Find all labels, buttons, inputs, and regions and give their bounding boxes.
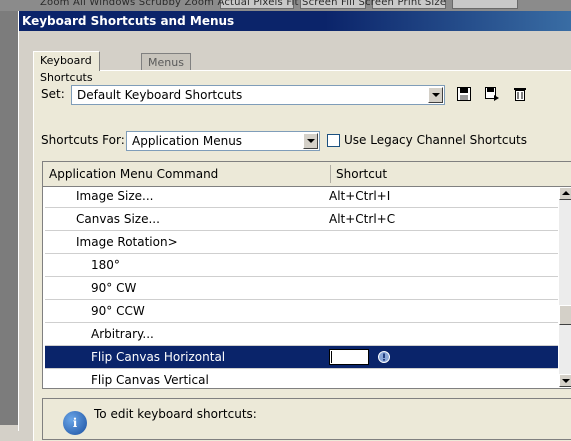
keyboard-shortcuts-dialog: Keyboard Shortcuts and Menus Keyboard Sh… [18, 11, 571, 441]
column-divider[interactable] [330, 165, 331, 183]
chevron-down-icon[interactable] [303, 133, 318, 149]
scroll-down-button[interactable] [559, 374, 571, 387]
chevron-down-icon[interactable] [428, 87, 443, 103]
set-select[interactable]: Default Keyboard Shortcuts [71, 85, 445, 105]
legacy-channel-checkbox[interactable] [327, 134, 340, 147]
scroll-thumb[interactable] [559, 305, 571, 325]
command-cell: 90° CCW [91, 304, 145, 318]
set-label: Set: [41, 87, 65, 101]
table-row[interactable]: 180° [45, 254, 558, 277]
tab-keyboard-shortcuts[interactable]: Keyboard Shortcuts [33, 51, 100, 84]
background-window-strip: Zoom All Windows Scrubby Zoom Actual Pix… [0, 0, 571, 11]
table-row[interactable]: Image Size... Alt+Ctrl+I [45, 185, 558, 208]
command-cell: Image Size... [76, 189, 154, 203]
shortcuts-for-value: Application Menus [132, 134, 243, 148]
dialog-title[interactable]: Keyboard Shortcuts and Menus [19, 11, 571, 31]
legacy-channel-label[interactable]: Use Legacy Channel Shortcuts [344, 133, 527, 147]
shortcuts-for-select[interactable]: Application Menus [126, 131, 320, 151]
command-cell: Image Rotation> [76, 235, 178, 249]
background-button [452, 0, 518, 9]
set-select-value: Default Keyboard Shortcuts [77, 88, 243, 102]
info-icon: i [63, 411, 87, 435]
tab-menus[interactable]: Menus [141, 53, 191, 71]
table-row-selected[interactable]: Flip Canvas Horizontal [45, 346, 558, 369]
table-header: Application Menu Command Shortcut [43, 162, 571, 187]
save-as-icon[interactable] [484, 86, 500, 102]
delete-icon[interactable] [512, 86, 528, 102]
info-heading: To edit keyboard shortcuts: [94, 407, 257, 421]
command-cell: 180° [91, 258, 120, 272]
table-row[interactable]: 90° CCW [45, 300, 558, 323]
shortcut-cell[interactable]: Alt+Ctrl+C [329, 212, 395, 226]
table-row[interactable]: Arbitrary... [45, 323, 558, 346]
shortcut-edit-field[interactable] [329, 349, 369, 365]
command-cell: Canvas Size... [76, 212, 160, 226]
column-header-shortcut[interactable]: Shortcut [336, 167, 387, 181]
table-row[interactable]: Flip Canvas Vertical [45, 369, 558, 392]
command-cell: Flip Canvas Horizontal [91, 350, 226, 364]
background-canvas-edge [0, 11, 18, 425]
table-row[interactable]: Image Rotation> [45, 231, 558, 254]
info-box: i To edit keyboard shortcuts: [42, 398, 571, 440]
command-cell: Flip Canvas Vertical [91, 373, 209, 387]
shortcuts-for-label: Shortcuts For: [41, 133, 125, 147]
shortcuts-table: Application Menu Command Shortcut Image … [42, 161, 571, 389]
save-icon[interactable] [456, 86, 472, 102]
table-row[interactable]: Canvas Size... Alt+Ctrl+C [45, 208, 558, 231]
command-cell: Arbitrary... [91, 327, 154, 341]
command-cell: 90° CW [91, 281, 137, 295]
warning-icon [378, 351, 390, 363]
shortcut-cell[interactable]: Alt+Ctrl+I [329, 189, 390, 203]
column-header-command[interactable]: Application Menu Command [49, 167, 218, 181]
vertical-scrollbar[interactable] [559, 187, 571, 387]
scroll-up-button[interactable] [559, 187, 571, 200]
table-row[interactable]: 90° CW [45, 277, 558, 300]
background-toolbar-text: Zoom All Windows Scrubby Zoom Actual Pix… [40, 0, 447, 8]
